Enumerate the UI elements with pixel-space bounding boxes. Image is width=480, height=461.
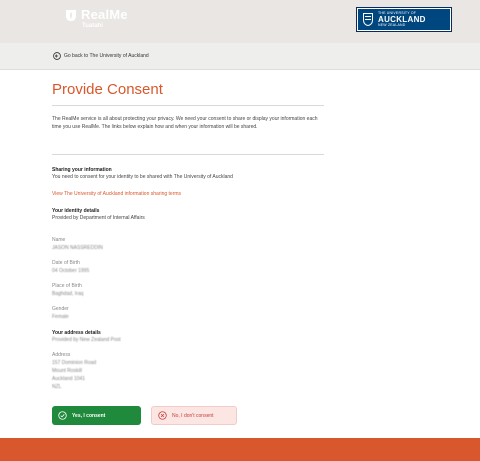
- nav-bar: Go back to The University of Auckland: [0, 43, 480, 70]
- decline-button[interactable]: No, I don't consent: [151, 406, 237, 425]
- page-title: Provide Consent: [52, 81, 163, 98]
- identity-provider: Provided by Department of Internal Affai…: [52, 215, 145, 221]
- back-link[interactable]: Go back to The University of Auckland: [53, 52, 149, 60]
- cross-circle-icon: [158, 411, 167, 420]
- check-circle-icon: [58, 411, 67, 420]
- back-link-label: Go back to The University of Auckland: [64, 53, 149, 59]
- footer-bar: [0, 438, 480, 461]
- university-logo[interactable]: THE UNIVERSITY OF AUCKLAND NEW ZEALAND: [356, 7, 452, 32]
- header: RealMe Tuatahi THE UNIVERSITY OF AUCKLAN…: [0, 0, 480, 43]
- sharing-text: You need to consent for your identity to…: [52, 174, 233, 180]
- address-line: NZL: [52, 384, 62, 390]
- birthplace-label: Place of Birth: [52, 283, 82, 289]
- address-line: 157 Dominion Road: [52, 360, 97, 366]
- address-heading: Your address details: [52, 330, 101, 336]
- address-line: Auckland 1041: [52, 376, 86, 382]
- main-panel: Provide Consent The RealMe service is al…: [0, 70, 480, 438]
- sharing-terms-link[interactable]: View The University of Auckland informat…: [52, 191, 181, 198]
- logo-subtitle: Tuatahi: [82, 23, 103, 29]
- divider: [52, 105, 324, 106]
- identity-heading: Your identity details: [52, 208, 100, 214]
- university-crest-icon: [363, 13, 373, 26]
- gender-value: Female: [52, 314, 69, 320]
- sharing-heading: Sharing your information: [52, 167, 112, 173]
- intro-text: The RealMe service is all about protecti…: [52, 116, 318, 130]
- name-value: JASON NASSREDDIN: [52, 245, 103, 251]
- birthplace-value: Baghdad, Iraq: [52, 291, 84, 297]
- address-provider: Provided by New Zealand Post: [52, 337, 121, 343]
- dob-value: 04 October 1995: [52, 268, 90, 274]
- realme-fern-icon: [66, 10, 76, 21]
- gender-label: Gender: [52, 306, 69, 312]
- consent-button[interactable]: Yes, I consent: [52, 406, 141, 425]
- address-line: Mount Roskill: [52, 368, 83, 374]
- consent-button-label: Yes, I consent: [72, 412, 106, 419]
- name-label: Name: [52, 237, 66, 243]
- address-label: Address: [52, 352, 71, 358]
- realme-logo[interactable]: RealMe Tuatahi: [64, 8, 128, 29]
- university-country: NEW ZEALAND: [378, 22, 406, 27]
- decline-button-label: No, I don't consent: [172, 412, 214, 419]
- arrow-left-circle-icon: [53, 52, 61, 60]
- logo-title: RealMe: [81, 7, 128, 22]
- dob-label: Date of Birth: [52, 260, 80, 266]
- divider: [52, 154, 324, 155]
